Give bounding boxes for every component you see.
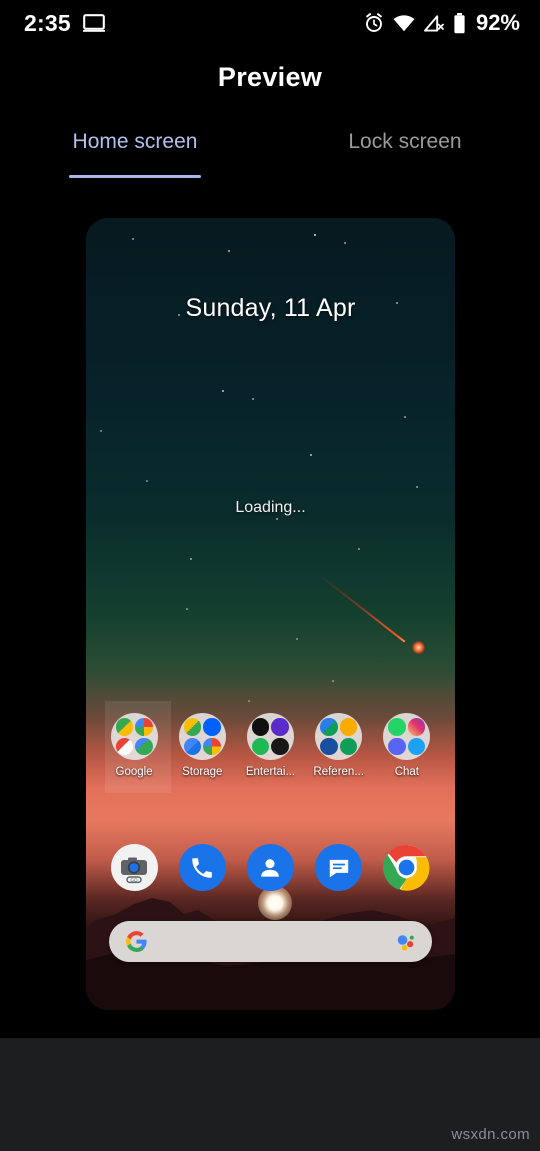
folder-entertainment[interactable]: Entertai... — [241, 713, 299, 778]
chrome-app[interactable] — [383, 844, 430, 891]
folder-storage-icon — [178, 713, 226, 760]
page-title: Preview — [217, 62, 323, 92]
status-bar-clock: 2:35 — [24, 9, 71, 36]
folder-entertainment-icon — [246, 713, 294, 760]
folder-reference[interactable]: Referen... — [310, 713, 368, 778]
tab-lock-screen[interactable]: Lock screen — [339, 130, 471, 162]
messages-app[interactable] — [315, 844, 363, 891]
folder-storage[interactable]: Storage — [173, 713, 231, 778]
folder-label: Storage — [182, 766, 223, 778]
status-bar-right: 92% — [364, 10, 520, 36]
wifi-icon — [393, 14, 415, 32]
folder-chat[interactable]: Chat — [378, 713, 436, 778]
phone-app[interactable] — [178, 844, 226, 891]
folder-label: Referen... — [313, 766, 364, 778]
google-assistant-icon[interactable] — [394, 931, 416, 953]
bottom-toolbar: wsxdn.com — [0, 1038, 540, 1151]
alarm-icon — [364, 13, 384, 33]
home-screen-preview[interactable]: Sunday, 11 Apr Loading... Google Storage… — [86, 218, 455, 1010]
folder-google-icon — [110, 713, 158, 760]
status-bar-left: 2:35 — [24, 10, 105, 37]
preview-date-label: Sunday, 11 Apr — [185, 294, 356, 322]
mountain-silhouette — [86, 898, 455, 1010]
contacts-app[interactable] — [246, 844, 294, 891]
folder-chat-icon — [383, 713, 431, 760]
tab-home-screen[interactable]: Home screen — [69, 130, 201, 162]
site-watermark: wsxdn.com — [451, 1126, 530, 1143]
folder-reference-icon — [315, 713, 363, 760]
cellular-no-sim-icon — [424, 14, 444, 32]
folder-label: Chat — [394, 766, 419, 778]
meteor-graphic — [317, 573, 434, 663]
folder-label: Google — [115, 766, 153, 778]
tab-bar: Home screen Lock screen — [0, 130, 540, 184]
svg-text:GO: GO — [131, 877, 139, 882]
folder-row: Google Storage Entertai... Referen... Ch… — [86, 713, 455, 778]
google-g-icon — [125, 930, 148, 953]
wallpaper-preview-screen: 2:35 92% Preview Home screen Lock screen — [0, 0, 540, 1151]
dock: GO — [86, 844, 455, 891]
status-bar: 2:35 92% — [0, 0, 540, 46]
camera-go-app[interactable]: GO — [110, 844, 158, 891]
google-search-bar[interactable] — [109, 921, 432, 962]
folder-label: Entertai... — [245, 766, 296, 778]
preview-loading-label: Loading... — [235, 499, 306, 516]
battery-icon — [453, 12, 466, 34]
battery-percent-label: 92% — [475, 10, 520, 35]
cast-screen-icon — [82, 14, 105, 32]
folder-google[interactable]: Google — [105, 713, 163, 778]
tab-active-indicator — [69, 175, 201, 178]
